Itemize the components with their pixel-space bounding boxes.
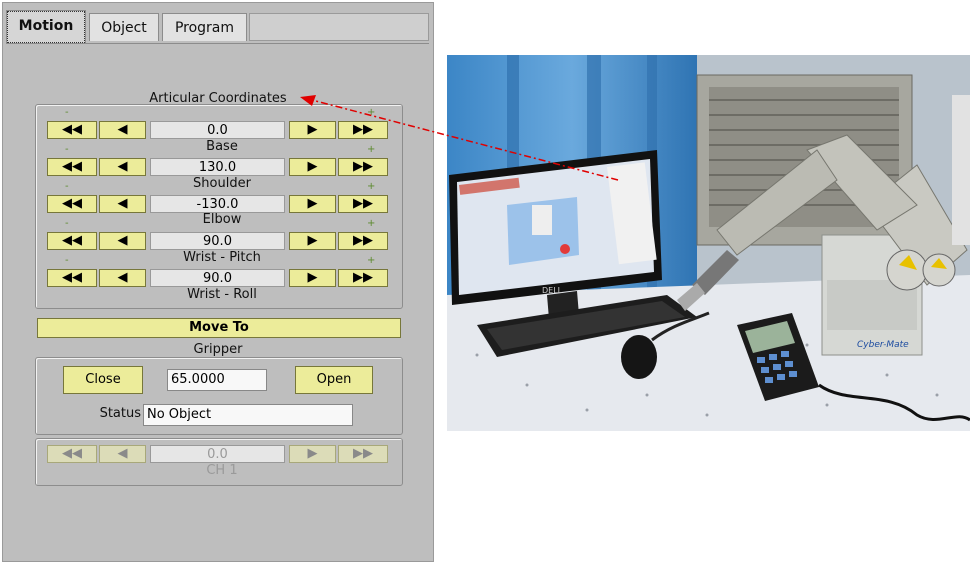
tab-motion[interactable]: Motion	[6, 10, 86, 44]
controller-brand-text: Cyber-Mate	[857, 340, 909, 350]
wrist-roll-fast-decrease-button[interactable]: ◀◀	[47, 269, 97, 287]
shoulder-increase-button[interactable]: ▶	[289, 158, 336, 176]
wrist-pitch-fast-increase-button[interactable]: ▶▶	[338, 232, 388, 250]
joint-row-wrist-roll: - + ◀◀ ◀ 90.0 ▶ ▶▶	[47, 255, 397, 287]
base-decrease-button[interactable]: ◀	[99, 121, 146, 139]
wrist-roll-value[interactable]: 90.0	[150, 269, 285, 287]
plus-marker: +	[367, 218, 376, 229]
base-fast-decrease-button[interactable]: ◀◀	[47, 121, 97, 139]
wrist-pitch-fast-decrease-button[interactable]: ◀◀	[47, 232, 97, 250]
shoulder-label: Shoulder	[193, 176, 251, 191]
tab-program[interactable]: Program	[162, 13, 247, 41]
base-label: Base	[206, 139, 238, 154]
gripper-close-button[interactable]: Close	[63, 366, 143, 394]
plus-marker: +	[367, 107, 376, 118]
tab-divider	[7, 43, 429, 44]
channel-row: ◀◀ ◀ 0.0 ▶ ▶▶	[47, 445, 397, 463]
plus-marker: +	[367, 255, 376, 266]
wrist-roll-increase-button[interactable]: ▶	[289, 269, 336, 287]
minus-marker: -	[65, 255, 69, 266]
minus-marker: -	[65, 107, 69, 118]
elbow-fast-decrease-button[interactable]: ◀◀	[47, 195, 97, 213]
base-increase-button[interactable]: ▶	[289, 121, 336, 139]
base-value[interactable]: 0.0	[150, 121, 285, 139]
wrist-roll-fast-increase-button[interactable]: ▶▶	[338, 269, 388, 287]
base-fast-increase-button[interactable]: ▶▶	[338, 121, 388, 139]
elbow-fast-increase-button[interactable]: ▶▶	[338, 195, 388, 213]
plus-marker: +	[367, 181, 376, 192]
wrist-pitch-decrease-button[interactable]: ◀	[99, 232, 146, 250]
motion-panel: Motion Object Program Articular Coordina…	[2, 2, 434, 562]
minus-marker: -	[65, 218, 69, 229]
channel-fast-increase-button[interactable]: ▶▶	[338, 445, 388, 463]
wrist-roll-label: Wrist - Roll	[187, 287, 257, 302]
gripper-title: Gripper	[193, 342, 243, 357]
wrist-pitch-label: Wrist - Pitch	[183, 250, 261, 265]
elbow-label: Elbow	[202, 212, 242, 227]
wrist-pitch-increase-button[interactable]: ▶	[289, 232, 336, 250]
status-field: No Object	[143, 404, 353, 426]
minus-marker: -	[65, 181, 69, 192]
shoulder-fast-increase-button[interactable]: ▶▶	[338, 158, 388, 176]
channel-decrease-button[interactable]: ◀	[99, 445, 146, 463]
tab-bar-filler	[249, 13, 429, 41]
channel-value[interactable]: 0.0	[150, 445, 285, 463]
gripper-open-button[interactable]: Open	[295, 366, 373, 394]
joint-row-wrist-pitch: - + ◀◀ ◀ 90.0 ▶ ▶▶	[47, 218, 397, 250]
elbow-decrease-button[interactable]: ◀	[99, 195, 146, 213]
robot-setup-photo: DELL Cyber-Mate	[447, 55, 970, 431]
shoulder-value[interactable]: 130.0	[150, 158, 285, 176]
elbow-increase-button[interactable]: ▶	[289, 195, 336, 213]
tab-object[interactable]: Object	[89, 13, 159, 41]
wrist-roll-decrease-button[interactable]: ◀	[99, 269, 146, 287]
robot-setup-illustration: DELL Cyber-Mate	[447, 55, 970, 431]
channel-increase-button[interactable]: ▶	[289, 445, 336, 463]
move-to-button[interactable]: Move To	[37, 318, 401, 338]
shoulder-fast-decrease-button[interactable]: ◀◀	[47, 158, 97, 176]
joint-row-base: - + ◀◀ ◀ 0.0 ▶ ▶▶	[47, 107, 397, 139]
channel-label: CH 1	[206, 463, 238, 478]
elbow-value[interactable]: -130.0	[150, 195, 285, 213]
minus-marker: -	[65, 144, 69, 155]
tab-bar: Motion Object Program	[6, 10, 429, 44]
channel-fast-decrease-button[interactable]: ◀◀	[47, 445, 97, 463]
plus-marker: +	[367, 144, 376, 155]
wrist-pitch-value[interactable]: 90.0	[150, 232, 285, 250]
shoulder-decrease-button[interactable]: ◀	[99, 158, 146, 176]
status-label: Status	[99, 406, 141, 421]
joint-row-elbow: - + ◀◀ ◀ -130.0 ▶ ▶▶	[47, 181, 397, 213]
gripper-value-field[interactable]: 65.0000	[167, 369, 267, 391]
joint-row-shoulder: - + ◀◀ ◀ 130.0 ▶ ▶▶	[47, 144, 397, 176]
